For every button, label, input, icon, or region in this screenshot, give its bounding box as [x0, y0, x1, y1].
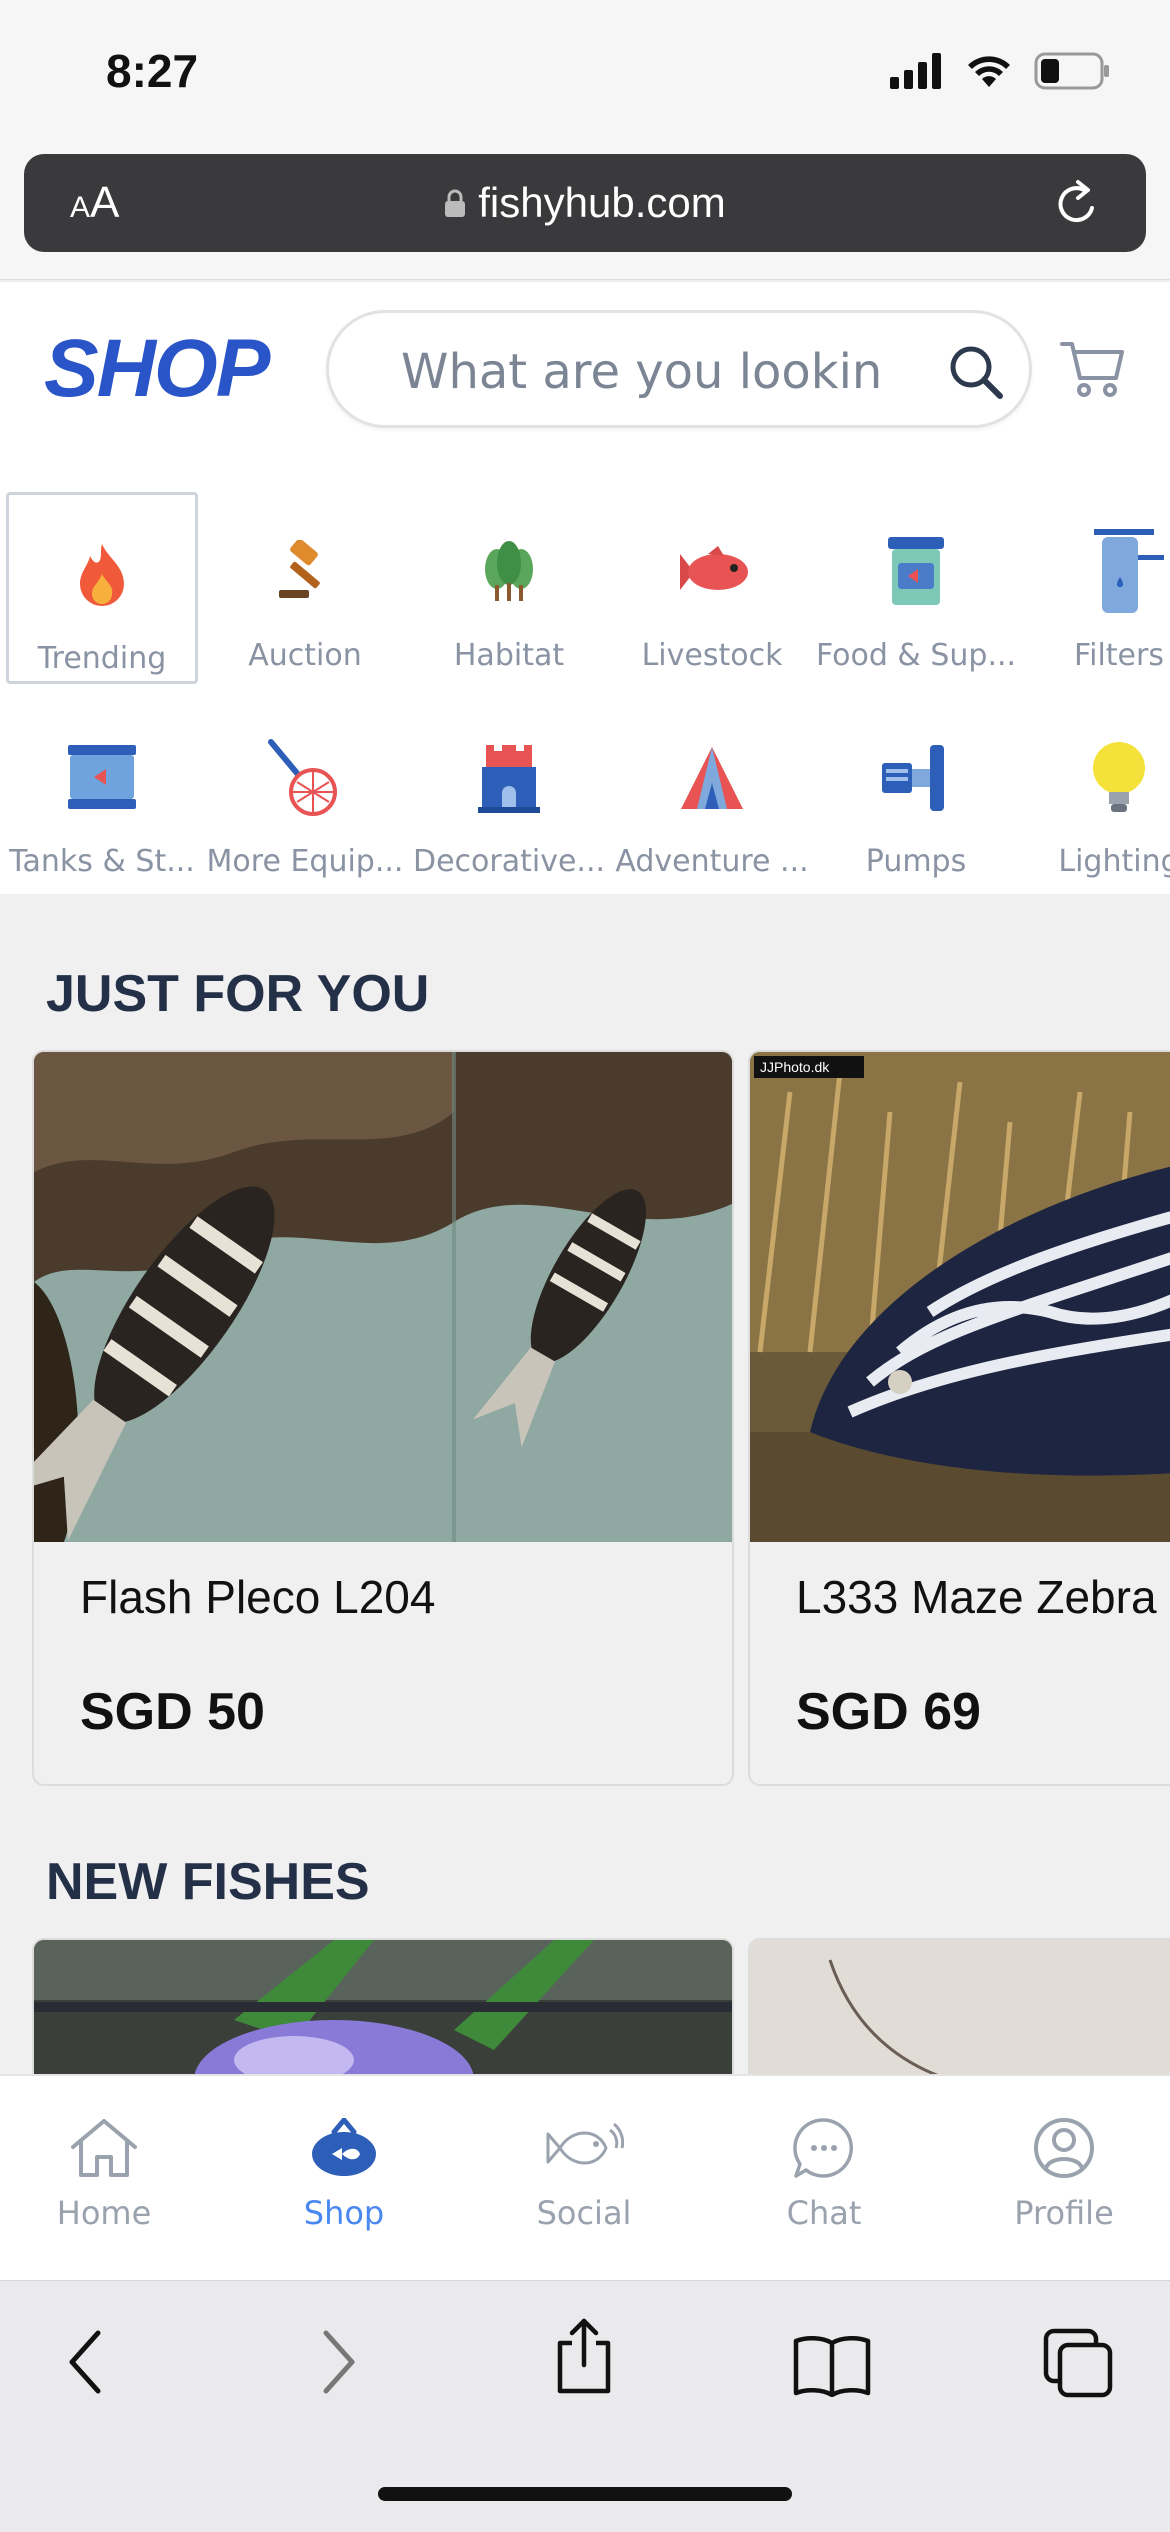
category-label: Trending: [37, 641, 167, 676]
home-icon: [71, 2119, 137, 2177]
product-photo: [34, 1052, 732, 1542]
product-price: SGD 50: [80, 1683, 265, 1741]
tank-icon: [68, 745, 136, 809]
category-food-supplies[interactable]: Food & Sup...: [816, 492, 1016, 684]
address-bar[interactable]: AA fishyhub.com: [24, 154, 1146, 252]
back-icon[interactable]: [64, 2327, 108, 2397]
category-label: Livestock: [641, 638, 783, 673]
category-label: Lighting: [1058, 844, 1170, 879]
category-pumps[interactable]: Pumps: [820, 698, 1012, 890]
search-box[interactable]: [326, 310, 1032, 428]
battery-icon: [1034, 52, 1109, 90]
bottom-tab-bar: Home Shop Social Chat Profile: [0, 2074, 1170, 2280]
social-fish-icon: [546, 2122, 624, 2165]
tab-label: Social: [536, 2194, 632, 2232]
category-more-equipment[interactable]: More Equip...: [207, 698, 403, 890]
product-name: Flash Pleco L204: [80, 1571, 436, 1623]
browser-toolbar: [0, 2280, 1170, 2532]
castle-icon: [478, 745, 540, 813]
product-card[interactable]: Flash Pleco L204 SGD 50: [32, 1050, 734, 1786]
category-lighting[interactable]: Lighting: [1023, 698, 1170, 890]
product-card[interactable]: JJPhoto.dk L333 Maze Zebra SGD 69: [748, 1050, 1170, 1786]
fish-icon: [680, 546, 748, 590]
search-input[interactable]: [399, 343, 919, 401]
category-auction[interactable]: Auction: [209, 492, 401, 684]
browser-top-area: AA fishyhub.com: [0, 150, 1170, 280]
net-icon: [268, 739, 337, 816]
home-indicator: [378, 2487, 792, 2501]
photo-credit: JJPhoto.dk: [760, 1059, 830, 1075]
trees-icon: [485, 541, 533, 601]
tab-label: Home: [56, 2194, 152, 2232]
category-grid: Trending Auction Habitat Livestock Food …: [0, 454, 1170, 894]
product-name: L333 Maze Zebra: [796, 1571, 1157, 1623]
category-livestock[interactable]: Livestock: [616, 492, 808, 684]
pleco-photo: [34, 1052, 732, 1542]
tab-home[interactable]: Home: [4, 2112, 204, 2232]
cart-icon[interactable]: [1060, 338, 1126, 400]
category-label: Pumps: [865, 844, 967, 879]
tent-icon: [681, 747, 743, 809]
signal-icon: [890, 53, 941, 89]
shop-fish-icon: [312, 2118, 376, 2176]
page-title: SHOP: [44, 323, 270, 414]
category-label: Food & Sup...: [815, 638, 1017, 673]
reload-icon[interactable]: [1054, 178, 1102, 228]
category-trending[interactable]: Trending: [6, 492, 198, 684]
bulb-icon: [1093, 742, 1145, 812]
share-icon[interactable]: [552, 2317, 616, 2395]
url-text: fishyhub.com: [478, 178, 726, 226]
category-label: Decorative...: [412, 844, 606, 879]
lock-icon: [445, 189, 466, 217]
product-photo: JJPhoto.dk: [750, 1052, 1170, 1542]
section-title-new-fishes: NEW FISHES: [46, 1853, 370, 1911]
forward-icon[interactable]: [316, 2327, 360, 2397]
pump-icon: [882, 745, 944, 811]
tab-profile[interactable]: Profile: [964, 2112, 1164, 2232]
chat-icon: [793, 2118, 854, 2178]
tabs-icon[interactable]: [1042, 2327, 1114, 2399]
tab-chat[interactable]: Chat: [724, 2112, 924, 2232]
category-decorative[interactable]: Decorative...: [413, 698, 605, 890]
category-adventure[interactable]: Adventure ...: [615, 698, 809, 890]
tab-label: Shop: [303, 2194, 385, 2232]
tab-label: Chat: [786, 2194, 862, 2232]
tab-social[interactable]: Social: [484, 2112, 684, 2232]
product-price: SGD 69: [796, 1683, 981, 1741]
category-label: Filters: [1074, 638, 1164, 673]
shop-header: SHOP: [0, 282, 1170, 454]
category-filters[interactable]: Filters: [1023, 492, 1170, 684]
category-label: Tanks & St...: [9, 844, 195, 879]
bookmarks-icon[interactable]: [792, 2333, 872, 2397]
url-display[interactable]: fishyhub.com: [24, 176, 1146, 227]
status-bar: 8:27: [0, 0, 1170, 150]
profile-icon: [1034, 2118, 1094, 2178]
zebra-pleco-photo: JJPhoto.dk: [750, 1052, 1170, 1542]
search-icon[interactable]: [947, 343, 1005, 401]
category-tanks[interactable]: Tanks & St...: [6, 698, 198, 890]
tab-shop[interactable]: Shop: [244, 2112, 444, 2232]
category-label: Habitat: [453, 638, 565, 673]
tab-label: Profile: [1014, 2194, 1114, 2232]
filter-icon: [1094, 529, 1164, 613]
status-time: 8:27: [106, 45, 199, 97]
status-icons: [890, 52, 1110, 90]
category-habitat[interactable]: Habitat: [413, 492, 605, 684]
gavel-icon: [279, 540, 320, 598]
section-title-just-for-you: JUST FOR YOU: [46, 965, 430, 1023]
category-label: Auction: [248, 638, 362, 673]
fire-icon: [80, 544, 124, 606]
category-label: More Equip...: [206, 844, 404, 879]
category-label: Adventure ...: [615, 844, 809, 879]
food-jar-icon: [888, 537, 944, 605]
wifi-icon: [968, 56, 1010, 87]
